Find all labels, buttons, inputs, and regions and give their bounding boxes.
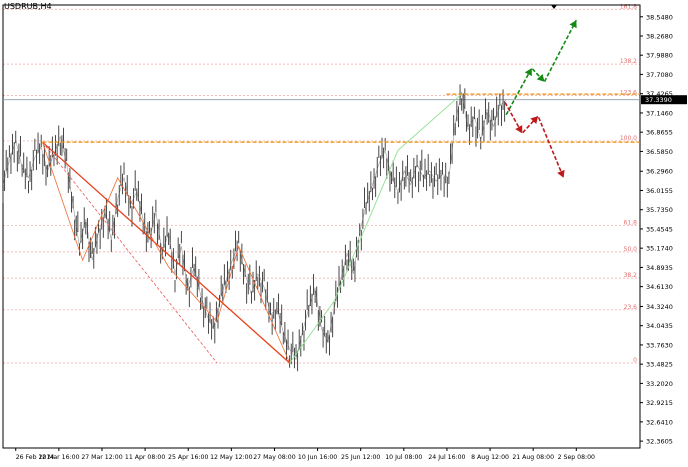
projection-down-arrow [504, 102, 565, 179]
fib-level-label: 61.8 [624, 220, 638, 227]
x-tick-label: 27 Mar 12:00 [81, 454, 122, 461]
y-tick-label: 38.2680 [646, 32, 673, 40]
trend-channel-line [42, 141, 218, 364]
fib-level-label: 138.2 [620, 58, 637, 65]
y-tick-label: 33.7630 [646, 341, 673, 349]
x-tick-label: 10 Jul 08:00 [385, 454, 422, 461]
fib-level-label: 38.2 [624, 272, 638, 279]
y-tick-label: 36.5850 [646, 148, 673, 156]
x-tick-label: 24 Jul 16:00 [428, 454, 465, 461]
fib-level-label: 50.0 [624, 246, 638, 253]
x-tick-label: 12 May 12:00 [210, 454, 252, 461]
y-tick-label: 37.9880 [646, 52, 673, 60]
y-tick-label: 34.8935 [646, 264, 673, 272]
chart-title: USDRUB,H4 [4, 2, 52, 11]
y-tick-label: 34.3240 [646, 303, 673, 311]
x-tick-label: 11 Apr 08:00 [125, 454, 165, 461]
y-tick-label: 32.6410 [646, 418, 673, 426]
fib-level-label: 161.8 [620, 3, 637, 10]
x-tick-label: 2 Sep 08:00 [558, 454, 595, 461]
y-tick-label: 36.8655 [646, 129, 673, 137]
fib-level-label: 23.6 [624, 304, 638, 311]
price-line [2, 92, 507, 361]
y-tick-label: 35.7350 [646, 206, 673, 214]
y-tick-label: 33.2020 [646, 380, 673, 388]
time-axis: 26 Feb 201412 Mar 16:00 27 Mar 12:00 11 Ap… [15, 448, 595, 461]
x-tick-label: 12 Mar 16:00 [38, 454, 79, 461]
fib-level-label: 123.6 [620, 90, 637, 97]
y-tick-label: 38.5480 [646, 13, 673, 21]
y-tick-label: 32.3605 [646, 438, 673, 446]
projection-down-arrow-head [557, 169, 565, 178]
x-tick-label: 8 Aug 12:00 [471, 454, 509, 461]
fib-level-label: 100.0 [620, 135, 637, 142]
y-tick-label: 34.6130 [646, 283, 673, 291]
y-tick-label: 36.2960 [646, 168, 673, 176]
price-series [2, 84, 507, 372]
x-tick-label: 25 Apr 16:00 [168, 454, 208, 461]
y-tick-label: 35.1740 [646, 245, 673, 253]
y-tick-label: 32.9215 [646, 399, 673, 407]
y-tick-label: 34.0435 [646, 322, 673, 330]
y-tick-label: 36.0155 [646, 187, 673, 195]
y-tick-label: 37.1460 [646, 109, 673, 117]
x-tick-label: 10 Jun 16:00 [298, 454, 337, 461]
x-tick-label: 27 May 08:00 [253, 454, 295, 461]
price-chart: 161.8 138.2 123.6 100.0 61.8 50.0 38.2 23.6 0 38… [2, 3, 687, 461]
y-tick-label: 33.4825 [646, 361, 673, 369]
current-price-label: 37.3390 [645, 96, 672, 104]
y-tick-label: 37.7080 [646, 71, 673, 79]
price-axis: 38.548038.268037.988037.708037.426537.14… [2, 4, 687, 449]
green-wave-line [289, 93, 462, 364]
drawing-lines [42, 19, 640, 364]
fib-level-label: 0 [633, 357, 637, 364]
shift-marker-icon [551, 5, 558, 9]
x-tick-label: 21 Aug 08:00 [512, 454, 554, 461]
projection-up-arrow [505, 19, 578, 116]
x-tick-label: 25 Jun 12:00 [341, 454, 380, 461]
chart-root: USDRUB,H4 161.8 138.2 123.6 100.0 61.8 50.0 38… [0, 0, 688, 463]
fibonacci-levels: 161.8 138.2 123.6 100.0 61.8 50.0 38.2 23.6 0 [3, 3, 640, 364]
y-tick-label: 35.4545 [646, 225, 673, 233]
